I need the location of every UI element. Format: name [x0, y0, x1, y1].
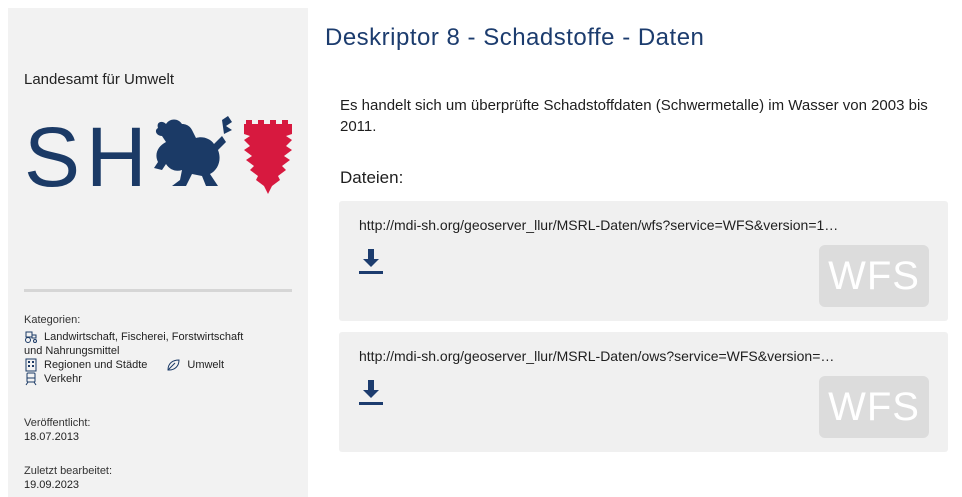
published-label: Veröffentlicht:	[24, 417, 91, 429]
modified-date: 19.09.2023	[24, 479, 80, 491]
category-label: Regionen und Städte	[44, 359, 148, 371]
download-icon[interactable]	[359, 249, 383, 275]
train-icon	[25, 372, 37, 386]
wfs-format-badge: WFS	[819, 376, 929, 438]
download-icon[interactable]	[359, 380, 383, 406]
leaf-icon	[167, 359, 180, 371]
organization-name: Landesamt für Umwelt	[24, 71, 175, 88]
lion-icon	[154, 116, 232, 186]
category-agriculture[interactable]: Landwirtschaft, Fischerei, Forstwirtscha…	[24, 330, 304, 344]
logo-letters: SH	[24, 114, 153, 194]
categories: Kategorien: Landwirtschaft, Fischerei, F…	[24, 314, 304, 386]
category-label: Verkehr	[44, 373, 82, 385]
category-label: und Nahrungsmittel	[24, 345, 120, 357]
category-agriculture-continued: und Nahrungsmittel	[24, 344, 304, 358]
page-title: Deskriptor 8 - Schadstoffe - Daten	[325, 24, 705, 51]
file-url-link[interactable]: http://mdi-sh.org/geoserver_llur/MSRL-Da…	[359, 348, 935, 364]
file-url-link[interactable]: http://mdi-sh.org/geoserver_llur/MSRL-Da…	[359, 217, 935, 233]
category-environment[interactable]: Umwelt	[165, 358, 224, 372]
modified-info: Zuletzt bearbeitet: 19.09.2023	[24, 464, 112, 492]
published-info: Veröffentlicht: 18.07.2013	[24, 416, 90, 444]
category-label: Landwirtschaft, Fischerei, Forstwirtscha…	[44, 331, 244, 343]
categories-label: Kategorien:	[24, 314, 81, 326]
file-card: http://mdi-sh.org/geoserver_llur/MSRL-Da…	[339, 201, 948, 321]
published-date: 18.07.2013	[24, 431, 80, 443]
category-regions[interactable]: Regionen und Städte	[24, 358, 147, 372]
files-heading: Dateien:	[340, 168, 404, 187]
wfs-format-badge: WFS	[819, 245, 929, 307]
file-card: http://mdi-sh.org/geoserver_llur/MSRL-Da…	[339, 332, 948, 452]
tractor-icon	[25, 331, 37, 343]
nettle-leaf-icon	[244, 120, 292, 194]
category-row-pair: Regionen und Städte Umwelt	[24, 358, 304, 372]
buildings-icon	[25, 358, 37, 372]
sidebar-divider	[24, 289, 292, 292]
modified-label: Zuletzt bearbeitet:	[24, 465, 113, 477]
sh-logo: SH	[24, 114, 292, 194]
dataset-description: Es handelt sich um überprüfte Schadstoff…	[340, 97, 928, 135]
category-traffic[interactable]: Verkehr	[24, 372, 304, 386]
category-label: Umwelt	[187, 359, 225, 371]
sidebar: Landesamt für Umwelt SH Kategorien: Land…	[8, 8, 308, 497]
